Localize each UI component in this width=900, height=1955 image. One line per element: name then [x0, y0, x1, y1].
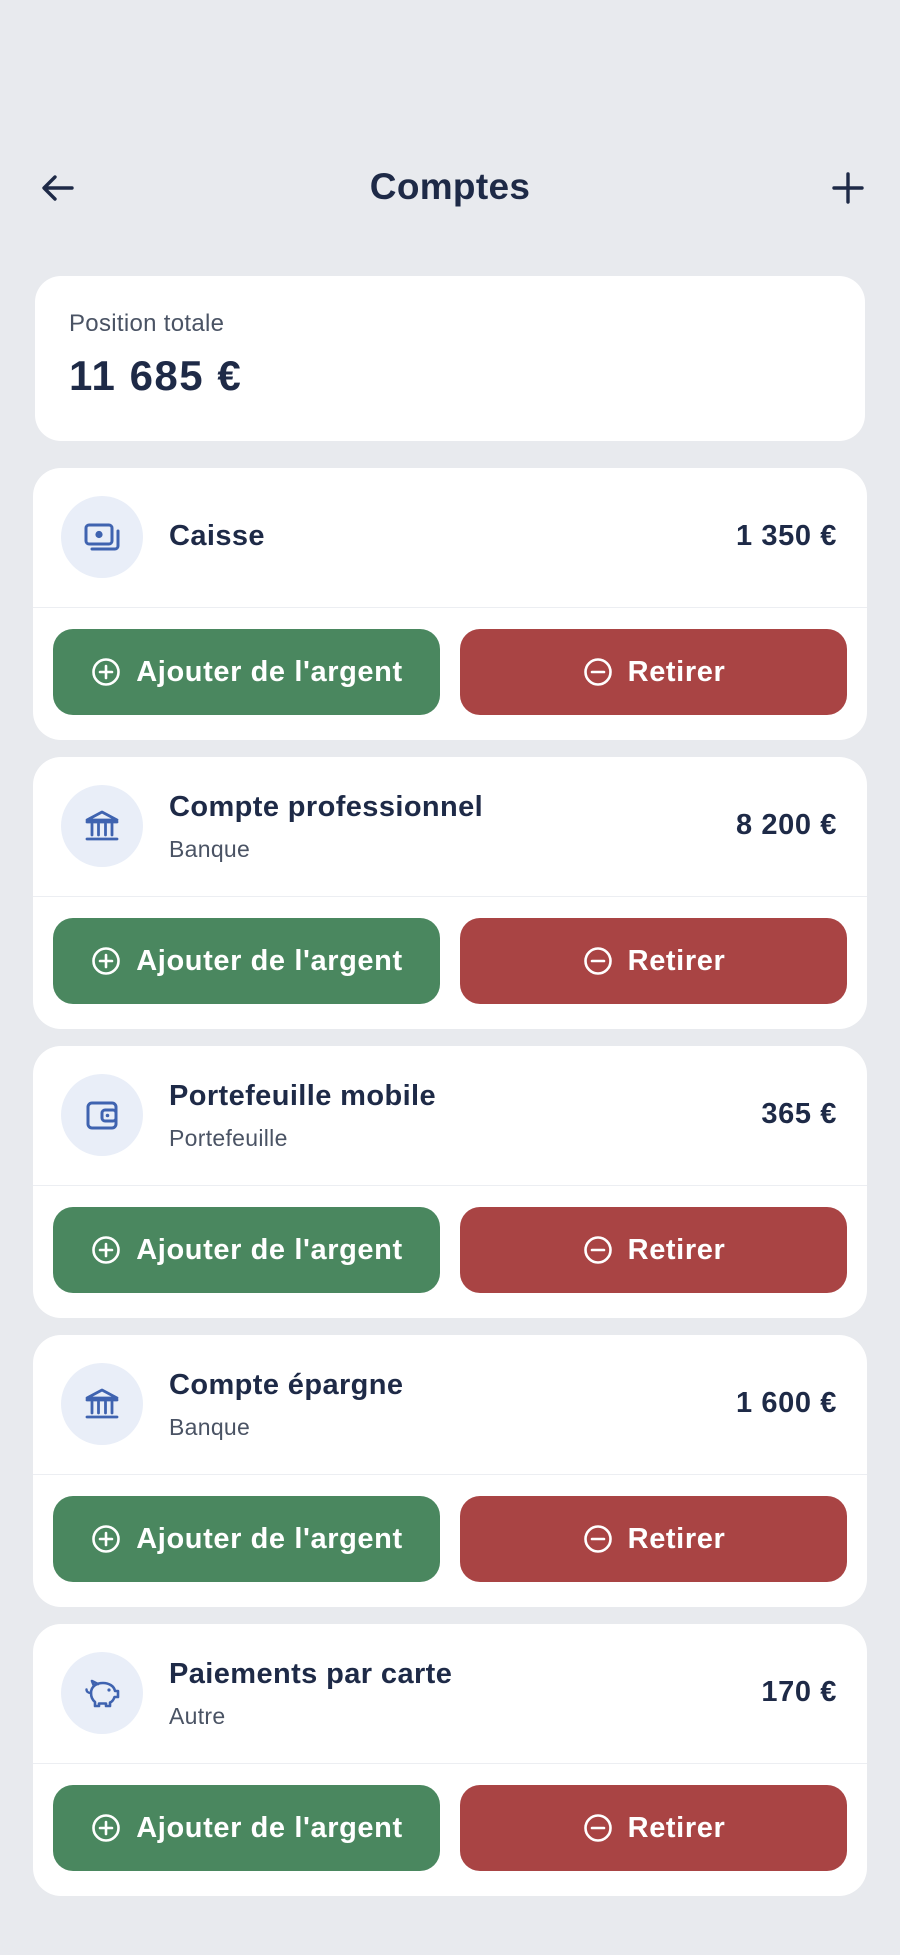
plus-circle-icon [92, 947, 121, 975]
account-type: Banque [169, 1414, 251, 1440]
account-type: Portefeuille [169, 1125, 288, 1151]
account-balance: 170 € [761, 1676, 837, 1708]
total-position-label: Position totale [69, 310, 225, 337]
app-header: Comptes [0, 150, 900, 224]
withdraw-button[interactable]: Retirer [460, 629, 847, 715]
add-money-button[interactable]: Ajouter de l'argent [53, 629, 440, 715]
bank-icon [85, 1388, 119, 1419]
add-money-button[interactable]: Ajouter de l'argent [53, 1207, 440, 1293]
page-title: Comptes [369, 166, 531, 207]
bank-icon [85, 810, 119, 841]
minus-circle-icon [583, 1525, 612, 1553]
account-row[interactable]: Caisse 1 350 € [33, 468, 867, 608]
plus-circle-icon [92, 1814, 121, 1842]
account-card: Paiements par carte Autre 170 € Ajouter … [33, 1624, 867, 1896]
withdraw-label: Retirer [627, 1233, 726, 1266]
add-money-label: Ajouter de l'argent [136, 1811, 403, 1844]
minus-circle-icon [583, 947, 612, 975]
account-card: Compte épargne Banque 1 600 € Ajouter de… [33, 1335, 867, 1607]
minus-circle-icon [583, 658, 612, 686]
plus-icon [832, 172, 864, 204]
account-icon-badge [61, 1363, 143, 1445]
withdraw-button[interactable]: Retirer [460, 1496, 847, 1582]
add-money-button[interactable]: Ajouter de l'argent [53, 918, 440, 1004]
account-row[interactable]: Compte épargne Banque 1 600 € [33, 1335, 867, 1475]
account-balance: 365 € [761, 1098, 837, 1130]
account-name: Caisse [169, 520, 265, 552]
account-icon-badge [61, 1074, 143, 1156]
withdraw-button[interactable]: Retirer [460, 918, 847, 1004]
wallet-icon [86, 1101, 118, 1130]
total-position-amount: 11 685 € [69, 352, 243, 399]
account-type: Autre [169, 1703, 226, 1729]
cash-icon [84, 523, 120, 551]
withdraw-label: Retirer [627, 944, 726, 977]
withdraw-button[interactable]: Retirer [460, 1785, 847, 1871]
add-money-label: Ajouter de l'argent [136, 1522, 403, 1555]
account-name: Paiements par carte [169, 1658, 453, 1690]
account-name: Compte professionnel [169, 791, 484, 823]
account-balance: 1 350 € [736, 520, 837, 552]
account-type: Banque [169, 836, 251, 862]
account-icon-badge [61, 496, 143, 578]
add-money-label: Ajouter de l'argent [136, 1233, 403, 1266]
add-money-label: Ajouter de l'argent [136, 944, 403, 977]
account-icon-badge [61, 1652, 143, 1734]
account-name: Compte épargne [169, 1369, 404, 1401]
withdraw-label: Retirer [627, 1811, 726, 1844]
withdraw-label: Retirer [627, 1522, 726, 1555]
add-money-button[interactable]: Ajouter de l'argent [53, 1496, 440, 1582]
account-balance: 1 600 € [736, 1387, 837, 1419]
account-row[interactable]: Portefeuille mobile Portefeuille 365 € [33, 1046, 867, 1186]
plus-circle-icon [92, 1525, 121, 1553]
minus-circle-icon [583, 1236, 612, 1264]
account-card: Caisse 1 350 € Ajouter de l'argent Retir… [33, 468, 867, 740]
minus-circle-icon [583, 1814, 612, 1842]
account-balance: 8 200 € [736, 809, 837, 841]
plus-circle-icon [92, 1236, 121, 1264]
piggy-bank-icon [85, 1679, 120, 1708]
add-account-button[interactable] [820, 160, 876, 216]
account-name: Portefeuille mobile [169, 1080, 437, 1112]
accounts-list: Caisse 1 350 € Ajouter de l'argent Retir… [33, 468, 867, 1913]
withdraw-button[interactable]: Retirer [460, 1207, 847, 1293]
plus-circle-icon [92, 658, 121, 686]
account-icon-badge [61, 785, 143, 867]
add-money-label: Ajouter de l'argent [136, 655, 403, 688]
withdraw-label: Retirer [627, 655, 726, 688]
account-card: Compte professionnel Banque 8 200 € Ajou… [33, 757, 867, 1029]
add-money-button[interactable]: Ajouter de l'argent [53, 1785, 440, 1871]
account-row[interactable]: Paiements par carte Autre 170 € [33, 1624, 867, 1764]
account-row[interactable]: Compte professionnel Banque 8 200 € [33, 757, 867, 897]
total-position-card: Position totale 11 685 € [35, 276, 865, 441]
account-card: Portefeuille mobile Portefeuille 365 € A… [33, 1046, 867, 1318]
